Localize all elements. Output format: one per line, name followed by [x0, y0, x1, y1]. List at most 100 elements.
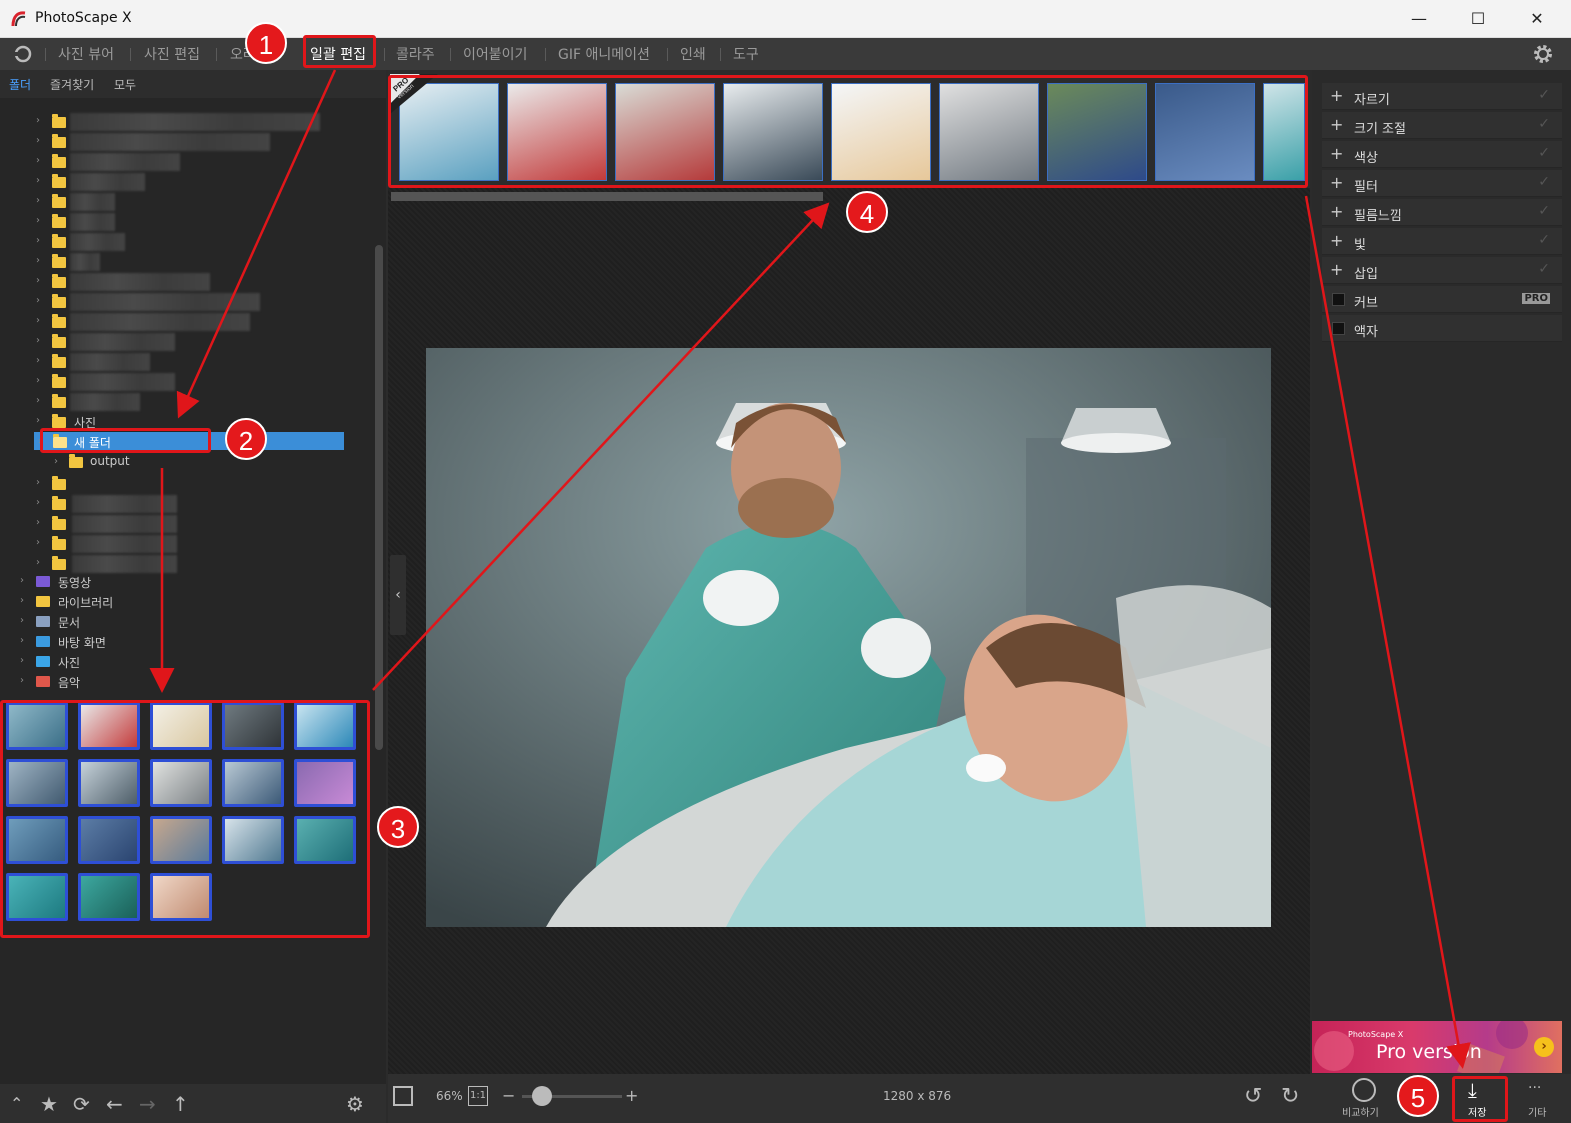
folder-icon [52, 556, 66, 570]
menu-tools[interactable]: 도구 [733, 44, 759, 64]
chevron-right-icon: › [36, 395, 40, 406]
filmstrip-scrollbar[interactable] [391, 192, 823, 201]
plus-icon[interactable]: + [1330, 173, 1343, 192]
redacted-folder-name [70, 173, 145, 191]
folder-tree-scrollbar[interactable] [375, 245, 383, 750]
checkmark-icon[interactable]: ✓ [1538, 203, 1550, 219]
chevron-right-icon: › [36, 415, 40, 426]
tree-item-label: output [90, 454, 130, 468]
folder-panel-toolbar: ⌃ ★ ⟳ ← → ↑ ⚙ [0, 1084, 386, 1123]
annotation-box-filmstrip [388, 75, 1308, 188]
menu-gif-animation[interactable]: GIF 애니메이션 [558, 44, 650, 64]
arrow-up-icon[interactable]: ↑ [172, 1092, 189, 1116]
checkmark-icon[interactable]: ✓ [1538, 145, 1550, 161]
gear-icon[interactable] [1532, 43, 1554, 65]
redacted-folder-name [72, 535, 177, 553]
checkmark-icon[interactable]: ✓ [1538, 232, 1550, 248]
menu-photo-viewer[interactable]: 사진 뷰어 [58, 44, 114, 64]
checkmark-icon[interactable]: ✓ [1538, 174, 1550, 190]
folder-icon [52, 214, 66, 228]
folder-icon [52, 274, 66, 288]
annotation-box-thumbnails [0, 700, 370, 938]
folder-icon [52, 134, 66, 148]
zoom-in-button[interactable]: + [625, 1086, 638, 1105]
batch-option-row[interactable]: + 삽입 ✓ [1322, 257, 1562, 284]
rotate-left-icon[interactable]: ↺ [1244, 1084, 1262, 1109]
menu-print[interactable]: 인쇄 [680, 44, 706, 64]
tab-folders[interactable]: 폴더 [9, 76, 31, 93]
batch-option-row[interactable]: 액자 [1322, 315, 1562, 342]
chevron-up-icon[interactable]: ⌃ [10, 1094, 23, 1113]
redacted-folder-name [70, 273, 210, 291]
checkmark-icon[interactable]: ✓ [1538, 116, 1550, 132]
menu-photo-editor[interactable]: 사진 편집 [144, 44, 200, 64]
plus-icon[interactable]: + [1330, 260, 1343, 279]
batch-option-label: 빛 [1354, 238, 1366, 253]
annotation-badge-4: 4 [846, 191, 888, 233]
tab-all[interactable]: 모두 [114, 76, 136, 93]
arrow-right-icon[interactable]: → [139, 1092, 156, 1116]
plus-icon[interactable]: + [1330, 115, 1343, 134]
batch-option-row[interactable]: 커브 PRO [1322, 286, 1562, 313]
batch-option-row[interactable]: + 필름느낌 ✓ [1322, 199, 1562, 226]
redacted-folder-name [70, 333, 175, 351]
folder-icon [52, 314, 66, 328]
folder-icon [52, 294, 66, 308]
minimize-button[interactable]: — [1399, 6, 1439, 32]
library-folder-icon [36, 616, 50, 627]
menu-collage[interactable]: 콜라주 [396, 44, 435, 64]
zoom-slider-thumb[interactable] [532, 1086, 552, 1106]
batch-option-row[interactable]: + 크기 조절 ✓ [1322, 112, 1562, 139]
rotate-right-icon[interactable]: ↻ [1281, 1084, 1299, 1109]
refresh-home-icon[interactable] [12, 44, 34, 64]
annotation-badge-3: 3 [377, 806, 419, 848]
batch-option-label: 커브 [1354, 296, 1378, 311]
banner-brand: PhotoScape X [1348, 1030, 1404, 1039]
tab-favorites[interactable]: 즐겨찾기 [50, 76, 94, 93]
library-item-label: 라이브러리 [58, 596, 114, 610]
folder-icon [52, 516, 66, 530]
sync-icon[interactable]: ⟳ [73, 1092, 90, 1116]
star-icon[interactable]: ★ [40, 1092, 58, 1116]
chevron-right-icon: › [36, 477, 40, 488]
batch-option-label: 필터 [1354, 180, 1378, 195]
checkmark-icon[interactable]: ✓ [1538, 261, 1550, 277]
plus-icon[interactable]: + [1330, 202, 1343, 221]
menu-separator [384, 48, 385, 61]
checkmark-icon[interactable]: ✓ [1538, 87, 1550, 103]
plus-icon[interactable]: + [1330, 144, 1343, 163]
batch-option-row[interactable]: + 색상 ✓ [1322, 141, 1562, 168]
chevron-right-icon: › [20, 655, 24, 666]
compare-button[interactable]: 비교하기 [1338, 1078, 1388, 1120]
folder-icon [52, 414, 66, 428]
folder-icon [52, 234, 66, 248]
arrow-left-icon[interactable]: ← [106, 1092, 123, 1116]
more-button[interactable]: ··· 기타 [1522, 1078, 1558, 1120]
batch-option-row[interactable]: + 자르기 ✓ [1322, 83, 1562, 110]
actual-size-button[interactable]: 1:1 [468, 1086, 488, 1106]
chevron-right-icon: › [36, 115, 40, 126]
batch-option-row[interactable]: + 필터 ✓ [1322, 170, 1562, 197]
redacted-folder-name [70, 353, 150, 371]
collapse-left-panel-button[interactable]: ‹ [390, 555, 406, 635]
pro-version-banner[interactable]: PhotoScape X Pro version › [1312, 1021, 1562, 1073]
chevron-right-icon: › [36, 175, 40, 186]
plus-icon[interactable]: + [1330, 231, 1343, 250]
menu-combine[interactable]: 이어붙이기 [463, 44, 527, 64]
plus-icon[interactable]: + [1330, 86, 1343, 105]
chevron-right-icon[interactable]: › [1534, 1037, 1554, 1057]
annotation-badge-1: 1 [245, 22, 287, 64]
option-checkbox[interactable] [1332, 322, 1345, 335]
fit-view-icon[interactable] [393, 1086, 413, 1106]
close-button[interactable]: ✕ [1517, 6, 1557, 32]
chevron-right-icon: › [36, 557, 40, 568]
batch-option-row[interactable]: + 빛 ✓ [1322, 228, 1562, 255]
library-folder-icon [36, 576, 50, 587]
redacted-folder-name [70, 393, 140, 411]
option-checkbox[interactable] [1332, 293, 1345, 306]
zoom-out-button[interactable]: − [502, 1086, 515, 1105]
chevron-right-icon: › [36, 355, 40, 366]
maximize-button[interactable]: ☐ [1458, 6, 1498, 32]
gear-icon[interactable]: ⚙ [346, 1092, 364, 1116]
library-folder-icon [36, 656, 50, 667]
